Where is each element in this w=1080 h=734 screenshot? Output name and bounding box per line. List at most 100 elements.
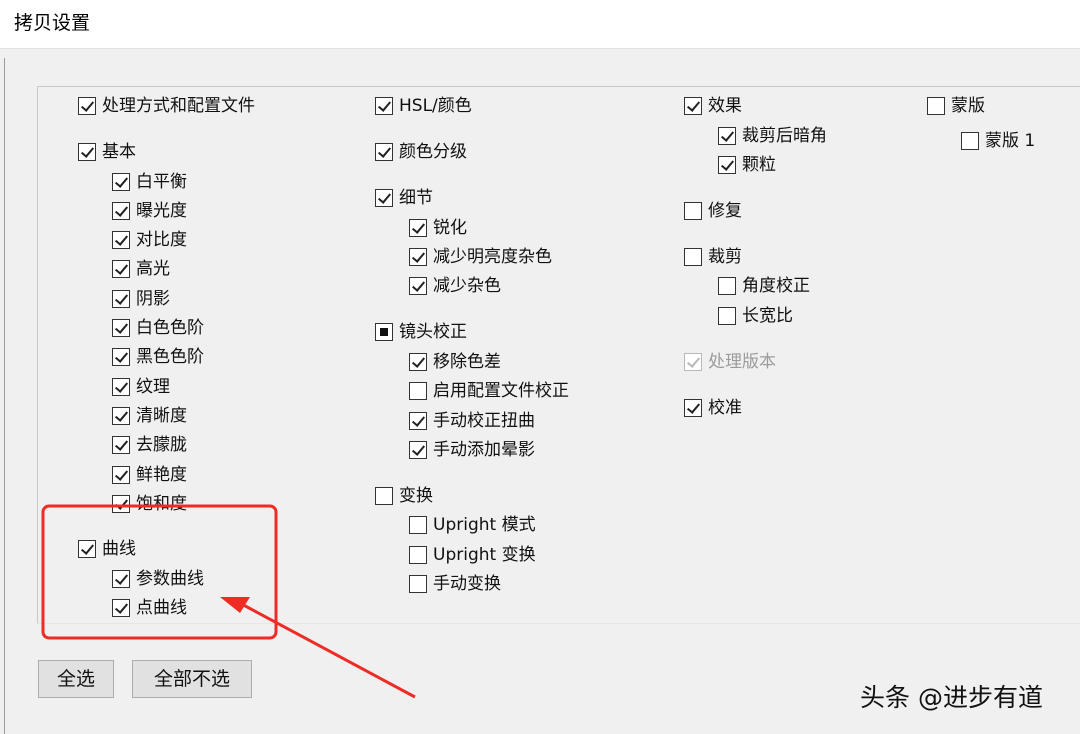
checkbox-icon[interactable] <box>112 599 130 617</box>
checkbox-mask-1[interactable]: 蒙版 1 <box>961 129 1035 153</box>
checkbox-icon[interactable] <box>112 260 130 278</box>
checkbox-icon[interactable] <box>112 466 130 484</box>
checkbox-icon[interactable] <box>409 441 427 459</box>
checkbox-icon[interactable] <box>112 378 130 396</box>
checkbox-label: 角度校正 <box>742 276 810 296</box>
checkbox-calibration[interactable]: 校准 <box>684 396 742 420</box>
checkbox-luminance-noise[interactable]: 减少明亮度杂色 <box>409 245 552 269</box>
checkbox-effects[interactable]: 效果 <box>684 94 742 118</box>
checkbox-exposure[interactable]: 曝光度 <box>112 199 187 223</box>
checkbox-icon[interactable] <box>409 219 427 237</box>
checkbox-icon[interactable] <box>718 127 736 145</box>
checkbox-post-crop-vignette[interactable]: 裁剪后暗角 <box>718 124 827 148</box>
checkbox-label: 手动校正扭曲 <box>433 411 535 431</box>
checkbox-aspect-ratio[interactable]: 长宽比 <box>718 304 793 328</box>
checkbox-icon[interactable] <box>684 248 702 266</box>
checkbox-process-profile[interactable]: 处理方式和配置文件 <box>78 94 255 118</box>
checkbox-color-noise[interactable]: 减少杂色 <box>409 274 501 298</box>
checkbox-manual-distortion[interactable]: 手动校正扭曲 <box>409 409 535 433</box>
checkbox-icon[interactable] <box>112 202 130 220</box>
checkbox-parametric-curve[interactable]: 参数曲线 <box>112 567 204 591</box>
checkbox-straighten-angle[interactable]: 角度校正 <box>718 274 810 298</box>
checkbox-label: 白色色阶 <box>136 318 204 338</box>
checkbox-manual-transform[interactable]: 手动变换 <box>409 572 501 596</box>
checkbox-sharpening[interactable]: 锐化 <box>409 216 467 240</box>
checkbox-blacks[interactable]: 黑色色阶 <box>112 345 204 369</box>
checkbox-white-balance[interactable]: 白平衡 <box>112 170 187 194</box>
checkbox-icon[interactable] <box>112 231 130 249</box>
checkbox-icon[interactable] <box>112 173 130 191</box>
checkbox-icon[interactable] <box>718 156 736 174</box>
checkbox-icon[interactable] <box>78 143 96 161</box>
checkbox-masks[interactable]: 蒙版 <box>927 94 985 118</box>
checkbox-grain[interactable]: 颗粒 <box>718 153 776 177</box>
checkbox-icon[interactable] <box>375 97 393 115</box>
checkbox-contrast[interactable]: 对比度 <box>112 228 187 252</box>
checkbox-remove-ca[interactable]: 移除色差 <box>409 350 501 374</box>
checkbox-icon[interactable] <box>684 202 702 220</box>
checkbox-label: 阴影 <box>136 289 170 309</box>
checkbox-vibrance[interactable]: 鲜艳度 <box>112 463 187 487</box>
checkbox-repair[interactable]: 修复 <box>684 199 742 223</box>
checkbox-icon[interactable] <box>409 382 427 400</box>
checkbox-point-curve[interactable]: 点曲线 <box>112 596 187 620</box>
checkbox-color-grading[interactable]: 颜色分级 <box>375 140 467 164</box>
checkbox-icon[interactable] <box>409 546 427 564</box>
checkbox-label: 裁剪 <box>708 247 742 267</box>
checkbox-crop[interactable]: 裁剪 <box>684 245 742 269</box>
checkbox-icon[interactable] <box>409 277 427 295</box>
checkbox-whites[interactable]: 白色色阶 <box>112 316 204 340</box>
checkbox-icon[interactable] <box>718 277 736 295</box>
checkbox-hsl-color[interactable]: HSL/颜色 <box>375 94 472 118</box>
checkbox-icon[interactable] <box>684 399 702 417</box>
checkbox-icon[interactable] <box>112 290 130 308</box>
select-none-button[interactable]: 全部不选 <box>132 660 252 698</box>
checkbox-shadows[interactable]: 阴影 <box>112 287 170 311</box>
checkbox-highlights[interactable]: 高光 <box>112 257 170 281</box>
checkbox-label: 校准 <box>708 398 742 418</box>
checkbox-icon[interactable] <box>78 540 96 558</box>
checkbox-upright-mode[interactable]: Upright 模式 <box>409 513 536 537</box>
checkbox-icon[interactable] <box>112 407 130 425</box>
checkbox-lens-corrections[interactable]: 镜头校正 <box>375 320 467 344</box>
checkbox-manual-vignetting[interactable]: 手动添加晕影 <box>409 438 535 462</box>
checkbox-icon[interactable] <box>409 248 427 266</box>
checkbox-basic[interactable]: 基本 <box>78 140 136 164</box>
select-all-button[interactable]: 全选 <box>38 660 114 698</box>
checkbox-icon[interactable] <box>961 132 979 150</box>
checkbox-icon[interactable] <box>409 575 427 593</box>
checkbox-label: 启用配置文件校正 <box>433 381 569 401</box>
checkbox-label: 白平衡 <box>136 172 187 192</box>
checkbox-label: 颗粒 <box>742 155 776 175</box>
checkbox-upright-transform[interactable]: Upright 变换 <box>409 543 536 567</box>
checkbox-icon[interactable] <box>409 516 427 534</box>
checkbox-label: 手动添加晕影 <box>433 440 535 460</box>
checkbox-icon[interactable] <box>375 189 393 207</box>
checkbox-icon[interactable] <box>78 97 96 115</box>
checkbox-label: 长宽比 <box>742 306 793 326</box>
checkbox-label: 对比度 <box>136 230 187 250</box>
checkbox-icon[interactable] <box>112 570 130 588</box>
checkbox-icon[interactable] <box>375 143 393 161</box>
checkbox-icon[interactable] <box>112 495 130 513</box>
checkbox-icon[interactable] <box>927 97 945 115</box>
checkbox-icon[interactable] <box>112 319 130 337</box>
checkbox-transform[interactable]: 变换 <box>375 484 433 508</box>
checkbox-clarity[interactable]: 清晰度 <box>112 404 187 428</box>
checkbox-icon[interactable] <box>112 348 130 366</box>
checkbox-icon[interactable] <box>375 487 393 505</box>
checkbox-icon[interactable] <box>112 436 130 454</box>
checkbox-texture[interactable]: 纹理 <box>112 375 170 399</box>
checkbox-icon[interactable] <box>718 307 736 325</box>
checkbox-label: 参数曲线 <box>136 569 204 589</box>
checkbox-icon[interactable] <box>684 97 702 115</box>
checkbox-label: 处理版本 <box>708 352 776 372</box>
checkbox-dehaze[interactable]: 去朦胧 <box>112 433 187 457</box>
checkbox-saturation[interactable]: 饱和度 <box>112 492 187 516</box>
checkbox-icon[interactable] <box>409 412 427 430</box>
checkbox-icon[interactable] <box>409 353 427 371</box>
checkbox-detail[interactable]: 细节 <box>375 186 433 210</box>
checkbox-profile-corrections[interactable]: 启用配置文件校正 <box>409 379 569 403</box>
checkbox-icon[interactable] <box>375 323 393 341</box>
checkbox-curves[interactable]: 曲线 <box>78 537 136 561</box>
